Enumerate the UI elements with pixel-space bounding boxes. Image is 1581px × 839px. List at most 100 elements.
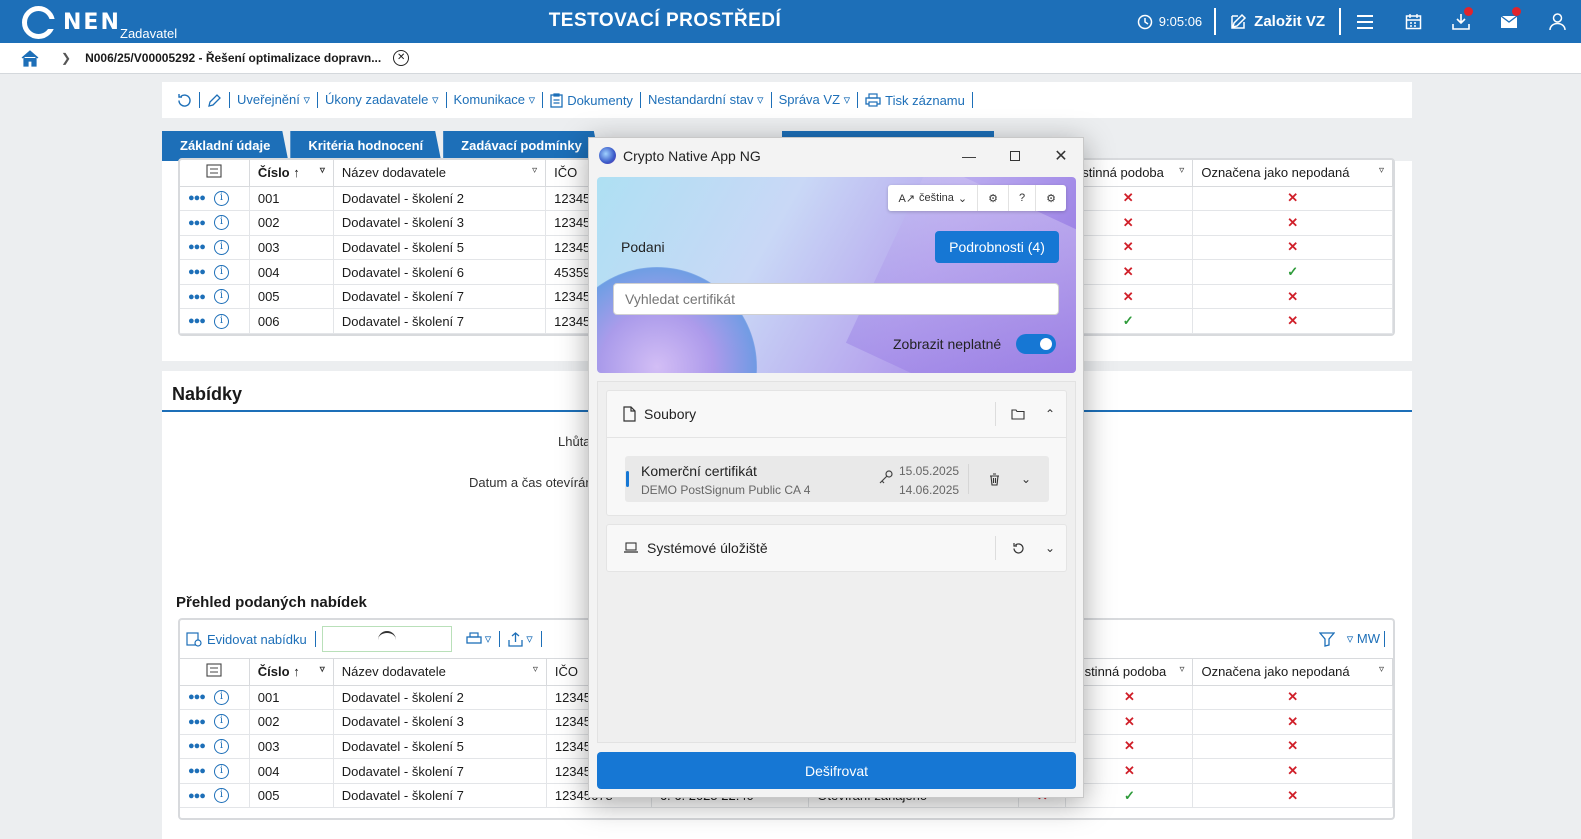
menu-komunikace[interactable]: Komunikace ▿ [447, 92, 544, 108]
column-nepodana[interactable]: Označena jako nepodaná ▿ [1192, 160, 1393, 187]
edit-button[interactable] [200, 92, 230, 108]
gear-icon: ⚙ [1046, 192, 1056, 205]
maximize-button[interactable] [995, 142, 1035, 170]
user-button[interactable] [1533, 0, 1581, 43]
cell-nepodana: ✕ [1192, 308, 1393, 335]
filter-icon[interactable]: ▿ [1379, 165, 1384, 176]
tab-kriteria-hodnoceni[interactable]: Kritéria hodnocení [290, 131, 441, 161]
info-icon[interactable]: i [213, 289, 229, 305]
decrypt-button[interactable]: Dešifrovat [597, 752, 1076, 789]
reload-store-button[interactable] [1002, 525, 1034, 571]
refresh-button[interactable] [170, 92, 200, 108]
more-icon[interactable]: ●●● [188, 217, 206, 229]
column-nazev[interactable]: Název dodavatele ▿ [333, 659, 547, 686]
menu-uverejneni[interactable]: Uveřejnění ▿ [230, 92, 319, 108]
close-button[interactable]: ✕ [1041, 142, 1081, 170]
language-select[interactable]: A↗ čeština ⌄ [888, 185, 979, 211]
system-store-header[interactable]: Systémové úložiště ⌄ [607, 525, 1066, 571]
settings-button[interactable]: ⚙ [1036, 185, 1066, 211]
column-nazev-label: Název dodavatele [341, 165, 446, 181]
folder-icon [1011, 409, 1025, 420]
more-icon[interactable]: ●●● [188, 291, 206, 303]
close-icon[interactable]: ✕ [393, 50, 410, 66]
filter-icon[interactable]: ▿ [320, 165, 325, 176]
more-icon[interactable]: ●●● [188, 315, 206, 327]
info-icon[interactable]: i [213, 239, 229, 255]
column-nepodana[interactable]: Označena jako nepodaná ▿ [1192, 659, 1393, 686]
more-icon[interactable]: ●●● [188, 765, 206, 777]
more-icon[interactable]: ●●● [188, 740, 206, 752]
register-offer-button[interactable]: Evidovat nabídku [186, 631, 316, 647]
menu-tisk-zaznamu[interactable]: Tisk záznamu [858, 92, 973, 108]
help-button[interactable]: ? [1009, 185, 1037, 211]
section-tabs: Základní údaje Kritéria hodnocení Zadáva… [162, 131, 602, 161]
column-cislo[interactable]: Číslo ↑ ▿ [249, 160, 334, 187]
filter-icon[interactable]: ▿ [533, 664, 538, 675]
refresh-icon [1012, 542, 1024, 554]
messages-button[interactable] [1485, 0, 1533, 43]
details-button[interactable]: Podrobnosti (4) [935, 231, 1059, 263]
more-icon[interactable]: ●●● [188, 691, 206, 703]
filter-icon[interactable]: ▿ [320, 664, 325, 675]
column-settings-button[interactable] [180, 160, 250, 187]
filter-icon[interactable]: ▿ [1179, 664, 1184, 675]
more-icon[interactable]: ●●● [188, 790, 206, 802]
expand-button[interactable]: ⌄ [1034, 525, 1066, 571]
filter-icon[interactable]: ▿ [1179, 165, 1184, 176]
create-vz-button[interactable]: Založit VZ [1216, 8, 1341, 35]
cell-cislo: 003 [249, 734, 334, 760]
more-icon[interactable]: ●●● [188, 266, 206, 278]
tab-zakladni-udaje[interactable]: Základní údaje [162, 131, 288, 161]
filter-icon[interactable]: ▿ [532, 165, 537, 176]
divider [995, 536, 996, 560]
minimize-button[interactable]: — [949, 142, 989, 170]
info-icon[interactable]: i [213, 788, 229, 804]
debug-button[interactable]: ⚙ [978, 185, 1009, 211]
info-icon[interactable]: i [213, 763, 229, 779]
info-icon[interactable]: i [213, 714, 229, 730]
open-folder-button[interactable] [1002, 391, 1034, 437]
menu-button[interactable] [1341, 0, 1389, 43]
print-menu[interactable]: ▿ [466, 631, 501, 647]
filter-icon[interactable]: ▿ [1379, 664, 1384, 675]
more-icon[interactable]: ●●● [188, 192, 206, 204]
certificate-search-input[interactable] [613, 283, 1059, 315]
more-icon[interactable]: ●●● [188, 716, 206, 728]
column-nazev[interactable]: Název dodavatele ▿ [333, 160, 547, 187]
delete-certificate-button[interactable] [979, 456, 1009, 502]
home-button[interactable] [21, 49, 41, 67]
info-icon[interactable]: i [213, 190, 229, 206]
downloads-button[interactable] [1437, 0, 1485, 43]
menu-nestandardni-stav[interactable]: Nestandardní stav ▿ [641, 92, 772, 108]
info-icon[interactable]: i [213, 689, 229, 705]
info-icon[interactable]: i [213, 215, 229, 231]
menu-dokumenty[interactable]: Dokumenty [543, 92, 641, 108]
column-cislo[interactable]: Číslo ↑ ▿ [249, 659, 334, 686]
column-listinna[interactable]: Listinná podoba ▿ [1065, 659, 1194, 686]
menu-ukony-zadavatele[interactable]: Úkony zadavatele ▿ [318, 92, 447, 108]
menu-sprava-vz[interactable]: Správa VZ ▿ [772, 92, 859, 108]
info-icon[interactable]: i [213, 264, 229, 280]
mw-filter[interactable]: ▿ MW [1347, 631, 1385, 647]
expand-certificate-button[interactable]: ⌄ [1011, 456, 1041, 502]
collapse-button[interactable]: ⌃ [1034, 391, 1066, 437]
column-settings-button[interactable] [180, 659, 250, 686]
funnel-icon[interactable] [1318, 631, 1335, 647]
sort-up-icon: ↑ [293, 664, 300, 680]
breadcrumb-title[interactable]: N006/25/V00005292 - Řešení optimalizace … [85, 51, 381, 65]
calendar-icon [1405, 14, 1421, 30]
more-icon[interactable]: ●●● [188, 241, 206, 253]
session-timer: 9:05:06 [1125, 8, 1217, 35]
certificate-item[interactable]: Komerční certifikát DEMO PostSignum Publ… [625, 456, 1049, 502]
show-invalid-toggle[interactable] [1016, 334, 1056, 354]
printer-icon [865, 93, 881, 107]
mw-label: MW [1356, 631, 1380, 646]
info-icon[interactable]: i [213, 738, 229, 754]
chevron-down-icon: ⌄ [1044, 541, 1056, 555]
calendar-button[interactable] [1389, 0, 1437, 43]
files-section-header[interactable]: Soubory ⌃ [607, 391, 1066, 437]
column-cislo-label: Číslo [257, 165, 290, 181]
info-icon[interactable]: i [213, 313, 229, 329]
tab-zadavaci-podminky[interactable]: Zadávací podmínky [443, 131, 600, 161]
export-menu[interactable]: ▿ [508, 631, 542, 647]
